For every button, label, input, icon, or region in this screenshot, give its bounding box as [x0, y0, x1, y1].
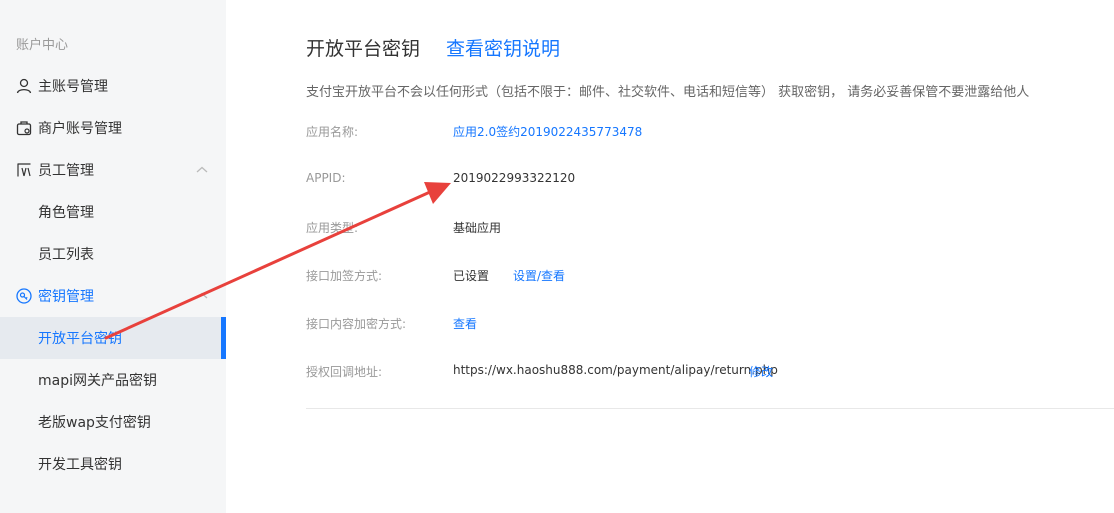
- sidebar-item-label: 角色管理: [38, 205, 94, 221]
- sidebar-item-label: 开发工具密钥: [38, 457, 122, 473]
- app-type-value: 基础应用: [453, 221, 502, 235]
- page-title: 开放平台密钥: [306, 38, 421, 60]
- sidebar-item-label: 密钥管理: [38, 289, 94, 305]
- sidebar-item-dev-tools-key[interactable]: 开发工具密钥: [0, 443, 226, 485]
- sidebar-item-main-account[interactable]: 主账号管理: [0, 65, 226, 107]
- sidebar: 账户中心 主账号管理 商户账号管理 员工管理 角色管理 员工列表 密钥管理 开放…: [0, 0, 226, 513]
- sidebar-item-staff-management[interactable]: 员工管理: [0, 149, 226, 191]
- sidebar-item-open-platform-key[interactable]: 开放平台密钥: [0, 317, 226, 359]
- encrypt-method-label: 接口内容加密方式:: [306, 317, 407, 331]
- sidebar-item-merchant-account[interactable]: 商户账号管理: [0, 107, 226, 149]
- sign-method-settings-link[interactable]: 设置/查看: [513, 267, 565, 284]
- app-name-label: 应用名称:: [306, 125, 359, 139]
- sidebar-item-key-management[interactable]: 密钥管理: [0, 275, 226, 317]
- app-type-label: 应用类型:: [306, 221, 359, 235]
- sign-method-label: 接口加签方式:: [306, 269, 383, 283]
- app-name-link[interactable]: 应用2.0签约2019022435773478: [453, 123, 642, 140]
- sidebar-item-roles[interactable]: 角色管理: [0, 191, 226, 233]
- chevron-up-icon[interactable]: [195, 163, 209, 177]
- chevron-up-icon[interactable]: [195, 289, 209, 303]
- key-icon: [16, 288, 32, 304]
- encrypt-method-view-link[interactable]: 查看: [453, 315, 477, 332]
- sign-method-status: 已设置: [453, 269, 490, 283]
- shop-icon: [16, 121, 32, 136]
- sidebar-item-label: 主账号管理: [38, 79, 108, 95]
- sidebar-item-mapi-key[interactable]: mapi网关产品密钥: [0, 359, 226, 401]
- sidebar-item-label: 老版wap支付密钥: [38, 415, 151, 431]
- appid-label: APPID:: [306, 171, 346, 185]
- sidebar-section-title: 账户中心: [16, 38, 69, 53]
- main-content: 开放平台密钥 查看密钥说明 支付宝开放平台不会以任何形式（包括不限于：邮件、社交…: [226, 0, 1114, 513]
- callback-url-edit-link[interactable]: 修改: [749, 363, 773, 380]
- sidebar-item-label: mapi网关产品密钥: [38, 373, 157, 389]
- callback-url-label: 授权回调地址:: [306, 365, 383, 379]
- key-docs-link[interactable]: 查看密钥说明: [446, 34, 560, 61]
- appid-value: 2019022993322120: [453, 171, 576, 185]
- divider: [306, 408, 1114, 409]
- sidebar-item-label: 商户账号管理: [38, 121, 122, 137]
- sidebar-item-legacy-wap-key[interactable]: 老版wap支付密钥: [0, 401, 226, 443]
- sidebar-item-label: 员工列表: [38, 247, 94, 263]
- user-icon: [16, 78, 32, 94]
- callback-url-value: https://wx.haoshu888.com/payment/alipay/…: [453, 363, 778, 377]
- sidebar-item-staff-list[interactable]: 员工列表: [0, 233, 226, 275]
- sidebar-item-label: 员工管理: [38, 163, 94, 179]
- staff-icon: [17, 163, 31, 177]
- sidebar-item-label: 开放平台密钥: [38, 331, 122, 347]
- security-notice: 支付宝开放平台不会以任何形式（包括不限于：邮件、社交软件、电话和短信等） 获取密…: [306, 85, 1030, 100]
